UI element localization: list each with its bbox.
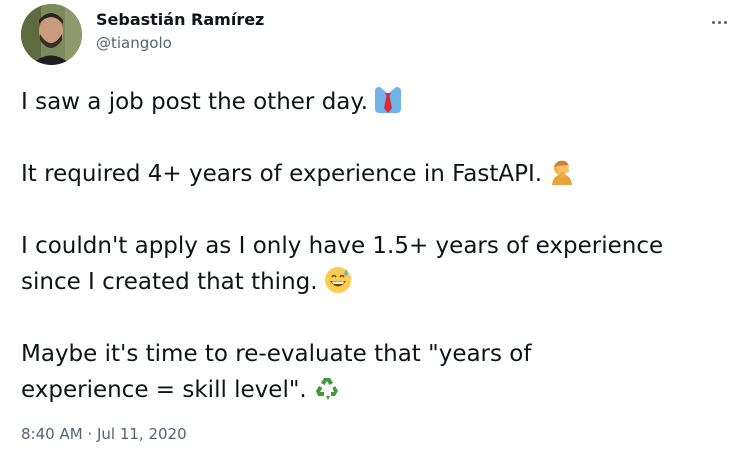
tweet-line: experience = skill level".: [21, 377, 307, 403]
recycle-emoji-icon: [313, 374, 341, 402]
tweet-line: since I created that thing.: [21, 269, 318, 295]
tweet-line: I saw a job post the other day.: [21, 89, 369, 115]
tweet-line: It required 4+ years of experience in Fa…: [21, 161, 543, 187]
tweet-paragraph: It required 4+ years of experience in Fa…: [21, 156, 736, 192]
author-name[interactable]: Sebastián Ramírez: [96, 10, 264, 29]
avatar-photo: [21, 4, 82, 65]
tweet-card: Sebastián Ramírez @tiangolo I saw a job …: [0, 0, 749, 461]
author-avatar[interactable]: [21, 4, 82, 65]
tweet-paragraph: I saw a job post the other day.: [21, 84, 736, 120]
tweet-line: Maybe it's time to re-evaluate that "yea…: [21, 341, 532, 367]
tweet-timestamp[interactable]: 8:40 AM · Jul 11, 2020: [21, 425, 187, 443]
grinning-sweat-emoji-icon: [324, 266, 352, 294]
tweet-paragraph: Maybe it's time to re-evaluate that "yea…: [21, 336, 736, 408]
tweet-line: I couldn't apply as I only have 1.5+ yea…: [21, 233, 664, 259]
tweet-text: I saw a job post the other day. It requi…: [21, 84, 736, 408]
more-horizontal-icon: [711, 20, 727, 24]
tweet-paragraph: I couldn't apply as I only have 1.5+ yea…: [21, 228, 736, 300]
author-handle[interactable]: @tiangolo: [96, 34, 172, 52]
facepalm-emoji-icon: [548, 158, 576, 186]
more-options-button[interactable]: [703, 8, 735, 36]
necktie-emoji-icon: [374, 86, 402, 114]
